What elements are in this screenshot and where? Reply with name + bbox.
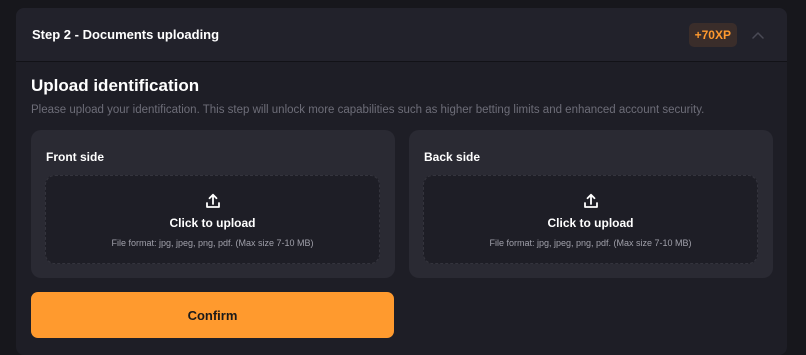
front-side-dropzone[interactable]: Click to upload File format: jpg, jpeg, … — [45, 175, 380, 264]
back-side-label: Back side — [424, 150, 481, 164]
file-format-hint: File format: jpg, jpeg, png, pdf. (Max s… — [111, 237, 314, 248]
front-side-label: Front side — [46, 150, 105, 164]
upload-section: Upload identification Please upload your… — [31, 76, 773, 116]
file-format-hint: File format: jpg, jpeg, png, pdf. (Max s… — [489, 237, 692, 248]
upload-icon — [582, 192, 600, 210]
upload-title: Upload identification — [31, 76, 200, 95]
back-side-card: Back side Click to upload File format: j… — [409, 130, 773, 278]
documents-step-panel: Step 2 - Documents uploading +70XP Uploa… — [16, 8, 787, 355]
xp-badge: +70XP — [688, 22, 737, 47]
click-to-upload-label: Click to upload — [169, 215, 256, 230]
confirm-button[interactable]: Confirm — [31, 292, 394, 338]
chevron-up-icon[interactable] — [745, 22, 771, 48]
upload-description: Please upload your identification. This … — [31, 104, 705, 116]
back-side-dropzone[interactable]: Click to upload File format: jpg, jpeg, … — [423, 175, 758, 264]
upload-icon — [204, 192, 222, 210]
click-to-upload-label: Click to upload — [547, 215, 634, 230]
step-header[interactable]: Step 2 - Documents uploading +70XP — [16, 8, 787, 62]
front-side-card: Front side Click to upload File format: … — [31, 130, 395, 278]
step-title: Step 2 - Documents uploading — [32, 27, 220, 42]
